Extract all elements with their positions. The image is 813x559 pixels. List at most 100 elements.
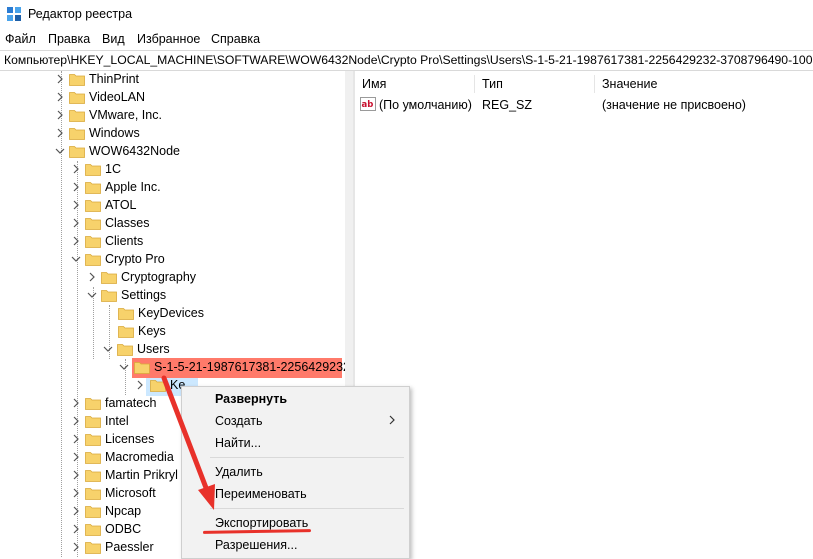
tree-item-label: Apple Inc. xyxy=(105,180,161,194)
folder-icon xyxy=(150,380,166,392)
tree-item-label: Windows xyxy=(89,126,140,140)
value-type: REG_SZ xyxy=(482,98,533,112)
menu-help[interactable]: Справка xyxy=(211,32,260,46)
folder-icon xyxy=(69,92,85,104)
menu-item-permissions[interactable]: Разрешения... xyxy=(215,538,297,552)
folder-icon xyxy=(85,254,101,266)
tree-item[interactable]: Clients xyxy=(0,233,345,251)
tree-item[interactable]: Keys xyxy=(0,323,345,341)
column-header-name[interactable]: Имя xyxy=(362,77,386,91)
tree-item[interactable]: ThinPrint xyxy=(0,71,345,89)
tree-item[interactable]: KeyDevices xyxy=(0,305,345,323)
chevron-down-icon[interactable] xyxy=(87,290,97,300)
chevron-right-icon[interactable] xyxy=(71,542,81,552)
tree-item[interactable]: VMware, Inc. xyxy=(0,107,345,125)
menu-item-find[interactable]: Найти... xyxy=(215,436,261,450)
folder-icon xyxy=(118,326,134,338)
tree-item[interactable]: Classes xyxy=(0,215,345,233)
chevron-right-icon[interactable] xyxy=(71,488,81,498)
tree-item-label: ODBC xyxy=(105,522,142,536)
column-separator[interactable] xyxy=(594,75,595,93)
tree-item-label: Martin Prikryl xyxy=(105,468,178,482)
chevron-right-icon[interactable] xyxy=(71,200,81,210)
tree-item-label: S-1-5-21-1987617381-2256429232- xyxy=(154,360,345,374)
chevron-right-icon[interactable] xyxy=(71,398,81,408)
menu-item-export[interactable]: Экспортировать xyxy=(215,516,308,530)
tree-item[interactable]: S-1-5-21-1987617381-2256429232- xyxy=(0,359,345,377)
tree-item-label: Classes xyxy=(105,216,150,230)
tree-item-label: Licenses xyxy=(105,432,155,446)
folder-icon xyxy=(118,308,134,320)
folder-icon xyxy=(85,434,101,446)
tree-item-label: VMware, Inc. xyxy=(89,108,162,122)
tree-item[interactable]: Windows xyxy=(0,125,345,143)
tree-item-label: WOW6432Node xyxy=(89,144,181,158)
chevron-right-icon[interactable] xyxy=(71,416,81,426)
chevron-right-icon[interactable] xyxy=(71,506,81,516)
menu-favorites[interactable]: Избранное xyxy=(137,32,200,46)
folder-icon xyxy=(85,200,101,212)
folder-icon xyxy=(85,416,101,428)
tree-item[interactable]: Cryptography xyxy=(0,269,345,287)
tree-item[interactable]: Apple Inc. xyxy=(0,179,345,197)
column-header-value[interactable]: Значение xyxy=(602,77,657,91)
column-separator[interactable] xyxy=(474,75,475,93)
chevron-right-icon[interactable] xyxy=(71,452,81,462)
folder-icon xyxy=(69,74,85,86)
chevron-right-icon[interactable] xyxy=(71,236,81,246)
tree-item-label: VideoLAN xyxy=(89,90,146,104)
tree-item[interactable]: Settings xyxy=(0,287,345,305)
chevron-right-icon[interactable] xyxy=(71,164,81,174)
values-pane[interactable]: Имя Тип Значение ab (По умолчанию) REG_S… xyxy=(355,71,813,557)
tree-item[interactable]: 1C xyxy=(0,161,345,179)
chevron-right-icon[interactable] xyxy=(71,434,81,444)
chevron-right-icon[interactable] xyxy=(135,380,145,390)
chevron-right-icon[interactable] xyxy=(71,218,81,228)
chevron-right-icon[interactable] xyxy=(87,272,97,282)
chevron-right-icon[interactable] xyxy=(71,182,81,192)
chevron-right-icon[interactable] xyxy=(55,110,65,120)
address-bar[interactable]: Компьютер\HKEY_LOCAL_MACHINE\SOFTWARE\WO… xyxy=(0,50,813,71)
svg-text:ab: ab xyxy=(362,100,374,110)
menu-edit[interactable]: Правка xyxy=(48,32,90,46)
menu-item-delete[interactable]: Удалить xyxy=(215,465,263,479)
menu-item-create[interactable]: Создать xyxy=(215,414,263,428)
folder-icon xyxy=(85,218,101,230)
tree-item[interactable]: ATOL xyxy=(0,197,345,215)
menu-separator xyxy=(210,508,404,509)
folder-icon xyxy=(85,398,101,410)
menu-view[interactable]: Вид xyxy=(102,32,125,46)
chevron-right-icon xyxy=(389,415,395,425)
chevron-down-icon[interactable] xyxy=(71,254,81,264)
tree-item[interactable]: Crypto Pro xyxy=(0,251,345,269)
folder-icon xyxy=(85,182,101,194)
chevron-right-icon[interactable] xyxy=(55,128,65,138)
tree-item-label: Cryptography xyxy=(121,270,197,284)
menu-file[interactable]: Файл xyxy=(5,32,36,46)
tree-item-label: Clients xyxy=(105,234,144,248)
folder-icon xyxy=(85,542,101,554)
chevron-down-icon[interactable] xyxy=(119,362,129,372)
folder-icon xyxy=(101,290,117,302)
chevron-down-icon[interactable] xyxy=(55,146,65,156)
tree-item[interactable]: VideoLAN xyxy=(0,89,345,107)
chevron-right-icon[interactable] xyxy=(71,470,81,480)
menu-separator xyxy=(210,457,404,458)
menu-item-expand[interactable]: Развернуть xyxy=(215,392,287,406)
chevron-right-icon[interactable] xyxy=(55,92,65,102)
menu-item-rename[interactable]: Переименовать xyxy=(215,487,307,501)
folder-icon xyxy=(85,452,101,464)
folder-icon xyxy=(85,524,101,536)
column-header-type[interactable]: Тип xyxy=(482,77,503,91)
tree-item[interactable]: Users xyxy=(0,341,345,359)
tree-item-label: Keys xyxy=(138,324,166,338)
registry-editor-icon xyxy=(7,7,21,21)
chevron-right-icon[interactable] xyxy=(55,74,65,84)
tree-item[interactable]: WOW6432Node xyxy=(0,143,345,161)
chevron-right-icon[interactable] xyxy=(71,524,81,534)
folder-icon xyxy=(85,236,101,248)
menu-bar: Файл Правка Вид Избранное Справка xyxy=(0,30,813,50)
folder-icon xyxy=(101,272,117,284)
folder-icon xyxy=(134,362,150,374)
chevron-down-icon[interactable] xyxy=(103,344,113,354)
